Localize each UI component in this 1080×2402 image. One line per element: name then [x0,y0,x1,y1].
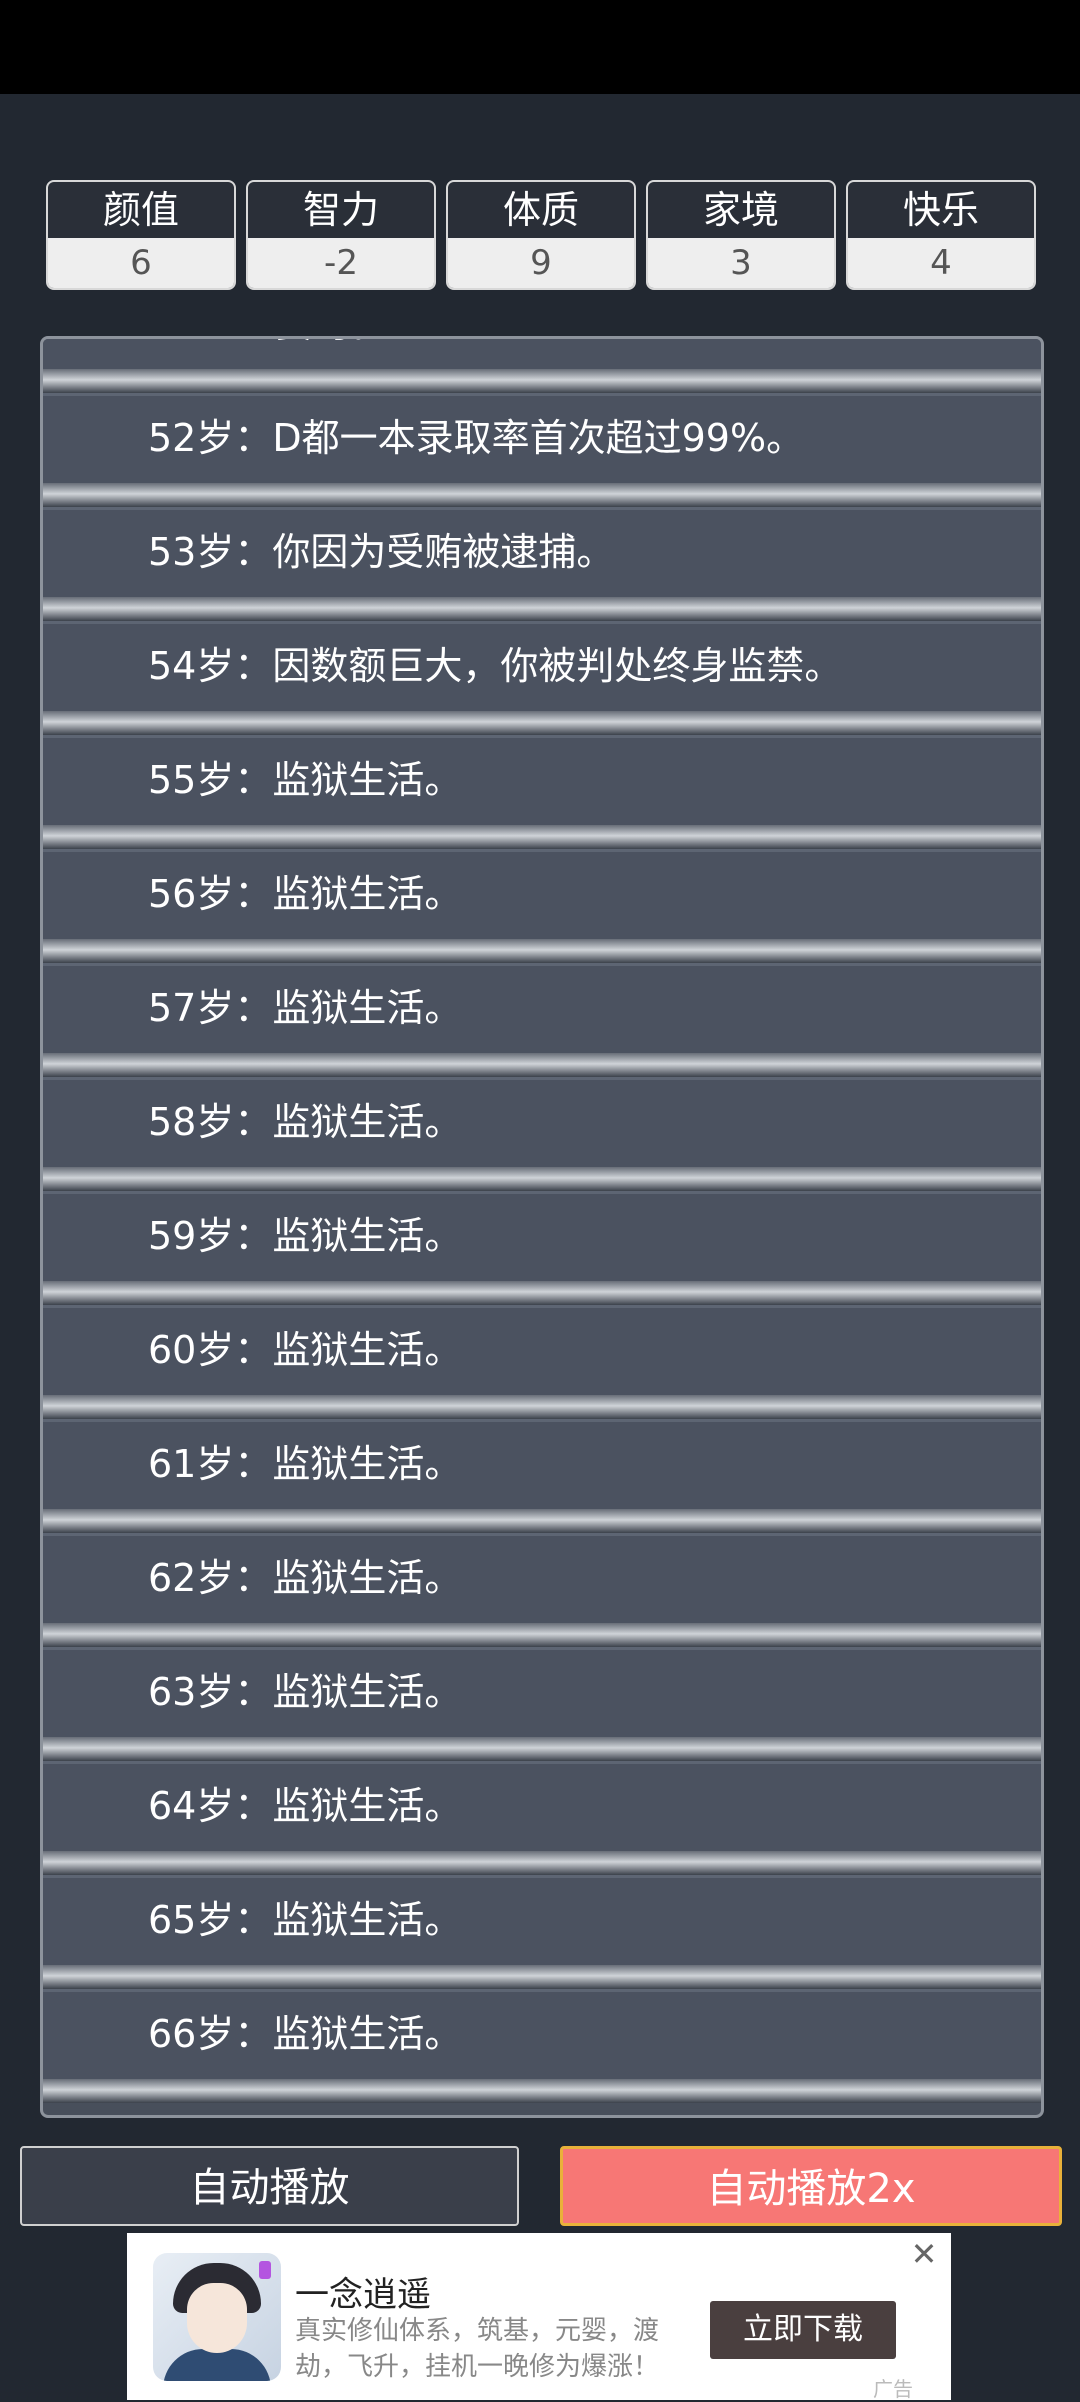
status-bar [0,0,1080,94]
event-item: 54岁：因数额巨大，你被判处终身监禁。 [43,621,1041,711]
auto-play-2x-button[interactable]: 自动播放2x [560,2146,1062,2226]
attribute-value: 9 [448,238,634,288]
event-separator [43,1281,1041,1305]
attribute-value: 6 [48,238,234,288]
event-item-partial: 要时。 [43,339,1041,369]
event-separator [43,1851,1041,1875]
event-text: 54岁：因数额巨大，你被判处终身监禁。 [148,644,843,688]
event-separator [43,1395,1041,1419]
attribute-label: 快乐 [902,188,979,232]
event-item: 65岁：监狱生活。 [43,1875,1041,1965]
event-text: 66岁：监狱生活。 [148,2012,463,2056]
event-item: 55岁：监狱生活。 [43,735,1041,825]
ad-banner[interactable]: 一念逍遥 真实修仙体系，筑基，元婴，渡劫，飞升，挂机一晚修为爆涨！ 立即下载 ✕… [127,2233,951,2401]
event-text: 60岁：监狱生活。 [148,1328,463,1372]
event-separator [43,2079,1041,2103]
attribute-value: 3 [648,238,834,288]
event-item: 61岁：监狱生活。 [43,1419,1041,1509]
attribute-label: 颜值 [102,188,179,232]
attribute-card-intelligence: 智力 -2 [246,180,436,290]
event-text: 55岁：监狱生活。 [148,758,463,802]
attribute-card-appearance: 颜值 6 [46,180,236,290]
attribute-bar: 颜值 6 智力 -2 体质 9 家境 3 快乐 4 [46,180,1036,290]
attribute-card-happiness: 快乐 4 [846,180,1036,290]
event-item: 57岁：监狱生活。 [43,963,1041,1053]
event-item: 62岁：监狱生活。 [43,1533,1041,1623]
event-item: 64岁：监狱生活。 [43,1761,1041,1851]
event-text: 63岁：监狱生活。 [148,1670,463,1714]
event-item: 58岁：监狱生活。 [43,1077,1041,1167]
life-event-list[interactable]: 要时。 52岁：D都一本录取率首次超过99%。 53岁：你因为受贿被逮捕。 54岁：… [40,336,1044,2118]
event-separator [43,1167,1041,1191]
event-separator [43,939,1041,963]
attribute-label: 家境 [702,188,779,232]
event-separator [43,825,1041,849]
event-separator [43,369,1041,393]
attribute-card-physique: 体质 9 [446,180,636,290]
event-item: 59岁：监狱生活。 [43,1191,1041,1281]
close-icon[interactable]: ✕ [909,2238,939,2270]
auto-play-button[interactable]: 自动播放 [20,2146,519,2226]
event-item: 66岁：监狱生活。 [43,1989,1041,2079]
event-text: 59岁：监狱生活。 [148,1214,463,1258]
event-text: 要时。 [275,339,389,369]
event-separator [43,1509,1041,1533]
event-text: 64岁：监狱生活。 [148,1784,463,1828]
event-text: 62岁：监狱生活。 [148,1556,463,1600]
game-logo-icon [153,2253,281,2381]
attribute-card-family: 家境 3 [646,180,836,290]
ad-tag: 广告 [873,2377,913,2401]
event-text: 61岁：监狱生活。 [148,1442,463,1486]
event-separator [43,1053,1041,1077]
attribute-label: 智力 [302,188,379,232]
event-text: 65岁：监狱生活。 [148,1898,463,1942]
ad-download-button[interactable]: 立即下载 [710,2301,896,2359]
event-separator [43,597,1041,621]
attribute-value: 4 [848,238,1034,288]
attribute-value: -2 [248,238,434,288]
event-text: 52岁：D都一本录取率首次超过99%。 [148,416,805,460]
event-item: 63岁：监狱生活。 [43,1647,1041,1737]
event-text: 56岁：监狱生活。 [148,872,463,916]
event-separator [43,711,1041,735]
event-text: 57岁：监狱生活。 [148,986,463,1030]
event-text: 53岁：你因为受贿被逮捕。 [148,530,615,574]
event-separator [43,483,1041,507]
event-item: 56岁：监狱生活。 [43,849,1041,939]
event-separator [43,1623,1041,1647]
event-item: 60岁：监狱生活。 [43,1305,1041,1395]
event-item: 52岁：D都一本录取率首次超过99%。 [43,393,1041,483]
event-text: 58岁：监狱生活。 [148,1100,463,1144]
event-separator [43,1965,1041,1989]
attribute-label: 体质 [502,188,579,232]
ad-description: 真实修仙体系，筑基，元婴，渡劫，飞升，挂机一晚修为爆涨！ [295,2316,660,2382]
event-separator [43,1737,1041,1761]
event-item: 53岁：你因为受贿被逮捕。 [43,507,1041,597]
ad-title: 一念逍遥 [295,2275,431,2315]
